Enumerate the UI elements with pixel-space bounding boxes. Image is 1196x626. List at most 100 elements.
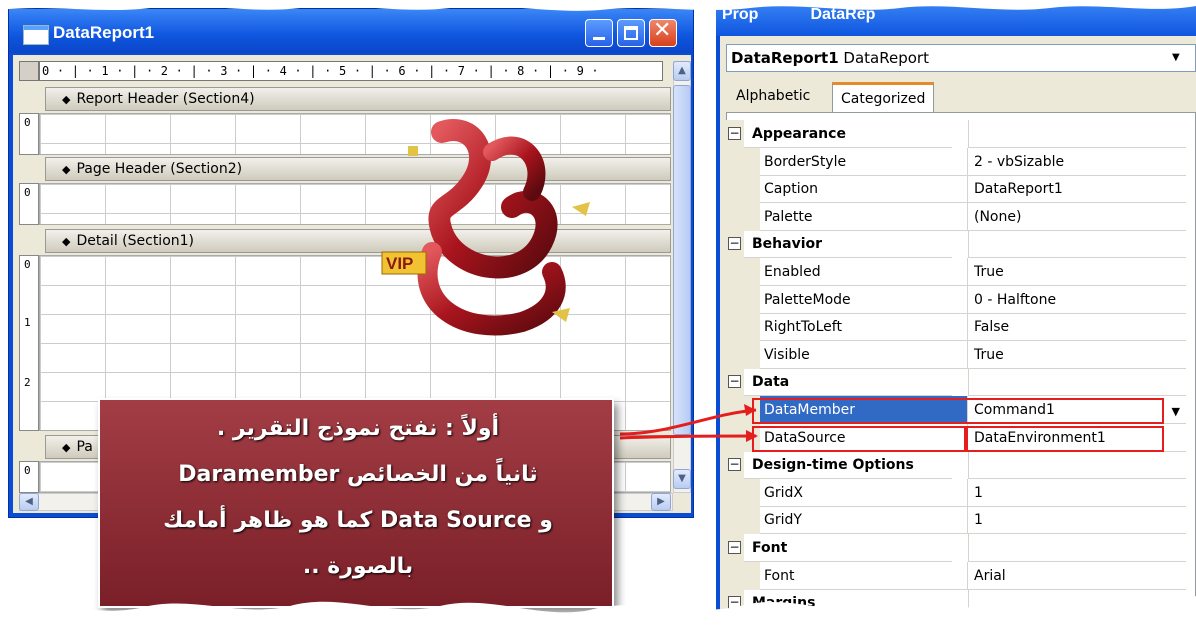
tab-categorized[interactable]: Categorized [832, 82, 935, 112]
collapse-icon[interactable]: − [728, 237, 741, 251]
section-arrow-icon: ◆ [62, 441, 71, 454]
row-gutter [726, 202, 760, 231]
property-category-row[interactable]: − Appearance [726, 120, 1186, 148]
vertical-ruler: 0 [19, 183, 39, 225]
highlight-box-datamember [752, 398, 1164, 424]
properties-title: Prop DataRep [722, 6, 876, 23]
row-gutter: − [726, 230, 744, 259]
row-gutter [726, 285, 760, 314]
property-value[interactable]: 1 [968, 506, 1186, 535]
property-value[interactable]: True [968, 258, 1186, 286]
property-value [968, 589, 1186, 618]
collapse-icon[interactable]: − [728, 596, 741, 610]
section-label: Detail (Section1) [76, 233, 195, 249]
vip-logo: VIP [381, 119, 590, 336]
callout-line-3: و Data Source كما هو ظاهر أمامك [163, 508, 553, 533]
property-row[interactable]: BorderStyle 2 - vbSizable [726, 147, 1186, 176]
section-arrow-icon: ◆ [62, 93, 71, 106]
callout-line-1: أولاً : نفتح نموذج التقرير . [216, 416, 500, 441]
datareport-titlebar[interactable]: DataReport1 ✕ [9, 9, 693, 53]
row-gutter [726, 147, 760, 176]
ruler-corner [19, 61, 39, 81]
property-value[interactable]: False [968, 313, 1186, 342]
property-name: Behavior [744, 230, 952, 259]
row-gutter [726, 478, 760, 507]
property-category-row[interactable]: − Design-time Options [726, 451, 1186, 480]
property-category-row[interactable]: − Data [726, 368, 1186, 397]
row-gutter: − [726, 589, 744, 618]
datareport-title: DataReport1 [53, 23, 155, 42]
property-value[interactable]: True [968, 341, 1186, 369]
property-value[interactable]: DataReport1 [968, 175, 1186, 204]
property-name: Palette [760, 202, 968, 231]
property-value[interactable]: 1 [968, 479, 1186, 507]
minimize-icon [593, 37, 605, 40]
property-name: GridX [760, 478, 968, 507]
vertical-ruler: 0 [19, 113, 39, 155]
callout-line-4: بالصورة .. [302, 554, 414, 579]
property-row[interactable]: RightToLeft False [726, 313, 1186, 342]
section-label: Page Header (Section2) [76, 161, 243, 177]
vertical-ruler: 0 1 2 [19, 255, 39, 431]
chevron-down-icon[interactable]: ▼ [1172, 405, 1180, 418]
section-arrow-icon: ◆ [62, 235, 71, 248]
scroll-left-button[interactable]: ◀ [19, 493, 39, 511]
property-value[interactable]: Arial [968, 562, 1186, 590]
vertical-ruler: 0 [19, 461, 39, 493]
property-row[interactable]: GridY 1 [726, 506, 1186, 535]
property-name: Font [744, 534, 952, 562]
property-name: Caption [760, 175, 968, 204]
vertical-scroll-thumb[interactable] [673, 85, 691, 435]
collapse-icon[interactable]: − [728, 375, 741, 389]
property-value [968, 534, 1186, 562]
property-category-row[interactable]: − Font [726, 534, 1186, 562]
row-gutter [726, 175, 760, 204]
collapse-icon[interactable]: − [728, 541, 741, 554]
scroll-right-button[interactable]: ▶ [651, 493, 671, 511]
maximize-button[interactable] [617, 19, 645, 47]
property-category-row[interactable]: − Margins [726, 589, 1186, 618]
property-category-row[interactable]: − Behavior [726, 230, 1186, 259]
property-value [968, 451, 1186, 480]
close-icon: ✕ [653, 18, 672, 43]
property-value[interactable]: 0 - Halftone [968, 286, 1186, 314]
row-gutter: − [726, 534, 744, 562]
property-name: Font [760, 561, 968, 590]
scroll-up-button[interactable]: ▲ [673, 61, 691, 81]
close-button[interactable]: ✕ [649, 18, 677, 47]
row-gutter [726, 313, 760, 342]
row-gutter [726, 561, 760, 590]
property-value[interactable]: 2 - vbSizable [968, 148, 1186, 176]
highlight-box-datasource-value [966, 426, 1164, 452]
property-row[interactable]: Caption DataReport1 [726, 175, 1186, 204]
property-row[interactable]: Enabled True [726, 258, 1186, 286]
property-name: Enabled [760, 258, 968, 286]
property-name: Appearance [744, 120, 952, 148]
collapse-icon[interactable]: − [728, 127, 741, 140]
scroll-down-button[interactable]: ▼ [673, 469, 691, 489]
tab-alphabetic[interactable]: Alphabetic [728, 82, 818, 112]
property-name: RightToLeft [760, 313, 968, 342]
property-value [968, 230, 1186, 259]
property-row[interactable]: PaletteMode 0 - Halftone [726, 285, 1186, 314]
property-row[interactable]: GridX 1 [726, 478, 1186, 507]
property-value[interactable]: (None) [968, 203, 1186, 231]
property-name: Design-time Options [744, 451, 952, 480]
object-selector-combo[interactable]: DataReport1 DataReport [726, 44, 1196, 72]
row-gutter: − [726, 120, 744, 148]
property-value [968, 368, 1186, 397]
instruction-callout: أولاً : نفتح نموذج التقرير . ثانياً من ا… [98, 398, 614, 608]
collapse-icon[interactable]: − [728, 458, 741, 472]
chevron-down-icon[interactable]: ▼ [1172, 52, 1180, 63]
highlight-box-datasource-name [752, 426, 966, 452]
row-gutter: − [726, 368, 744, 397]
property-row[interactable]: Palette (None) [726, 202, 1186, 231]
window-app-icon [23, 25, 49, 45]
row-gutter: − [726, 451, 744, 480]
section-bar-report-header[interactable]: ◆ Report Header (Section4) [45, 87, 671, 111]
property-name: BorderStyle [760, 147, 968, 176]
property-row[interactable]: Font Arial [726, 561, 1186, 590]
minimize-button[interactable] [585, 19, 613, 47]
properties-titlebar[interactable]: Prop DataRep [716, 0, 1196, 36]
property-row[interactable]: Visible True [726, 340, 1186, 369]
